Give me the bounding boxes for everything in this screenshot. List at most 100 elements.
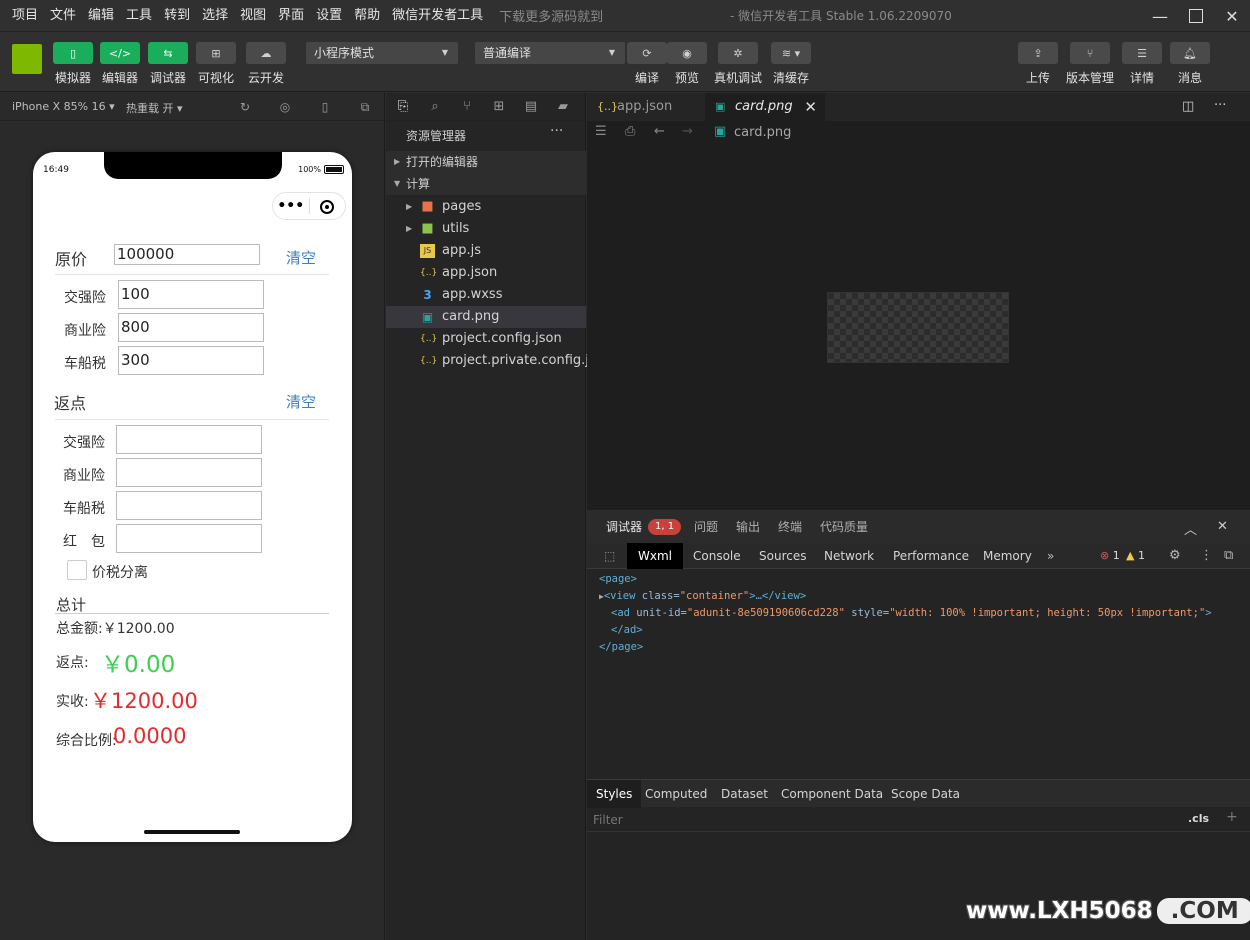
wxml-node-ad[interactable]: <ad unit-id="adunit-8e509190606cd228" st… xyxy=(599,605,1212,622)
vehicle-tax-input[interactable]: 300 xyxy=(118,346,264,375)
menu-lines-icon[interactable]: ☰ xyxy=(1122,42,1162,64)
wxml-node-page-open[interactable]: <page> xyxy=(599,571,1212,588)
mode-select[interactable]: 小程序模式 ▼ xyxy=(306,42,458,64)
menu-item-goto[interactable]: 转到 xyxy=(158,0,196,32)
more-icon[interactable]: ··· xyxy=(1214,98,1226,113)
price-input[interactable]: 100000 xyxy=(114,244,260,265)
list-icon[interactable]: ☰ xyxy=(595,124,607,139)
bookmark-icon[interactable]: ⎙ xyxy=(625,124,635,139)
more-icon[interactable]: ··· xyxy=(550,123,563,139)
source-control-icon[interactable]: ⑂ xyxy=(458,99,476,115)
menu-item-interface[interactable]: 界面 xyxy=(272,0,310,32)
chevron-up-icon[interactable]: ︿ xyxy=(1184,519,1197,538)
minimize-icon[interactable]: — xyxy=(1142,0,1178,32)
bug-icon[interactable]: ✲ xyxy=(718,42,758,64)
tab-styles[interactable]: Styles xyxy=(587,780,642,808)
menu-item-view[interactable]: 视图 xyxy=(234,0,272,32)
storage-icon[interactable]: ▤ xyxy=(522,99,540,115)
menu-item-edit[interactable]: 编辑 xyxy=(82,0,120,32)
wxml-node-ad-close[interactable]: </ad> xyxy=(599,622,1212,639)
tab-dataset[interactable]: Dataset xyxy=(712,780,777,808)
close-icon[interactable]: ✕ xyxy=(1214,0,1250,32)
styles-filter-input[interactable] xyxy=(587,808,1177,832)
compulsory-insurance-input[interactable]: 100 xyxy=(118,280,264,309)
compile-select[interactable]: 普通编译 ▼ xyxy=(475,42,625,64)
tax-separation-checkbox[interactable] xyxy=(67,560,87,580)
rebate-commercial-input[interactable] xyxy=(116,458,262,487)
wxml-node-page-close[interactable]: </page> xyxy=(599,639,1212,656)
tab-app-json[interactable]: {..} app.json xyxy=(587,93,704,121)
tree-item-card-png[interactable]: ▣ card.png xyxy=(386,306,586,328)
tree-item-pages[interactable]: ▶ ■ pages xyxy=(386,196,586,218)
open-editors-section[interactable]: ▶ 打开的编辑器 xyxy=(386,151,586,173)
tree-item-utils[interactable]: ▶ ■ utils xyxy=(386,218,586,240)
simulator-icon[interactable]: ▯ xyxy=(53,42,93,64)
phone-icon[interactable]: ▯ xyxy=(317,99,333,115)
cloud-icon[interactable]: ☁ xyxy=(246,42,286,64)
tree-item-project-private-config[interactable]: {..} project.private.config.js... xyxy=(386,350,608,372)
dock-icon[interactable]: ⧉ xyxy=(1224,543,1233,569)
close-target-icon[interactable] xyxy=(309,197,345,216)
refresh-icon[interactable]: ⟳ xyxy=(627,42,667,64)
add-style-icon[interactable]: + xyxy=(1226,809,1238,825)
menu-item-select[interactable]: 选择 xyxy=(196,0,234,32)
debugger-icon[interactable]: ⇆ xyxy=(148,42,188,64)
rebate-compulsory-input[interactable] xyxy=(116,425,262,454)
close-icon[interactable]: ✕ xyxy=(804,93,817,121)
upload-icon[interactable]: ⇪ xyxy=(1018,42,1058,64)
rotate-icon[interactable]: ↻ xyxy=(237,99,253,115)
menu-item-settings[interactable]: 设置 xyxy=(310,0,348,32)
tab-computed[interactable]: Computed xyxy=(636,780,716,808)
extensions-icon[interactable]: ⊞ xyxy=(490,99,508,115)
search-icon[interactable]: ⌕ xyxy=(426,99,444,115)
clear-rebate-button[interactable]: 清空 xyxy=(286,391,316,412)
branch-icon[interactable]: ⑂ xyxy=(1070,42,1110,64)
wxml-node-view[interactable]: ▶<view class="container">…</view> xyxy=(599,588,1212,605)
more-tabs-icon[interactable]: » xyxy=(1036,543,1065,569)
tab-scope-data[interactable]: Scope Data xyxy=(882,780,969,808)
tab-issues[interactable]: 问题 xyxy=(694,511,718,543)
gear-icon[interactable]: ⚙ xyxy=(1169,543,1181,569)
tab-performance[interactable]: Performance xyxy=(882,543,980,569)
eye-icon[interactable]: ◉ xyxy=(667,42,707,64)
tab-wxml[interactable]: Wxml xyxy=(627,543,683,569)
menu-item-tools[interactable]: 工具 xyxy=(120,0,158,32)
visual-icon[interactable]: ⊞ xyxy=(196,42,236,64)
tab-network[interactable]: Network xyxy=(813,543,885,569)
red-packet-input[interactable] xyxy=(116,524,262,553)
tab-console[interactable]: Console xyxy=(682,543,752,569)
tab-debugger[interactable]: 调试器 xyxy=(606,511,643,545)
tab-component-data[interactable]: Component Data xyxy=(772,780,892,808)
menu-item-file[interactable]: 文件 xyxy=(44,0,82,32)
project-avatar[interactable] xyxy=(12,44,42,74)
menu-item-project[interactable]: 项目 xyxy=(0,0,44,32)
breadcrumb-file[interactable]: card.png xyxy=(734,125,791,140)
files-icon[interactable]: ⎘ xyxy=(394,99,412,115)
tree-item-project-config[interactable]: {..} project.config.json xyxy=(386,328,586,350)
kebab-icon[interactable]: ⋮ xyxy=(1200,543,1213,569)
close-icon[interactable]: ✕ xyxy=(1217,519,1228,534)
split-editor-icon[interactable]: ◫ xyxy=(1182,99,1194,114)
editor-icon[interactable]: </> xyxy=(100,42,140,64)
tab-quality[interactable]: 代码质量 xyxy=(820,511,868,543)
tree-item-app-wxss[interactable]: 3 app.wxss xyxy=(386,284,586,306)
popout-icon[interactable]: ⧉ xyxy=(357,99,373,115)
cls-toggle[interactable]: .cls xyxy=(1188,812,1209,825)
more-icon[interactable]: ••• xyxy=(273,198,309,214)
tab-output[interactable]: 输出 xyxy=(736,511,760,543)
tab-terminal[interactable]: 终端 xyxy=(778,511,802,543)
menu-item-wechat-devtools[interactable]: 微信开发者工具 xyxy=(386,0,489,32)
arrow-right-icon[interactable]: → xyxy=(682,124,693,139)
tab-memory[interactable]: Memory xyxy=(972,543,1043,569)
device-select[interactable]: iPhone X 85% 16 ▾ xyxy=(12,100,115,113)
tab-sources[interactable]: Sources xyxy=(748,543,817,569)
project-section[interactable]: ▼ 计算 xyxy=(386,173,586,195)
docker-icon[interactable]: ▰ xyxy=(554,99,572,115)
clear-price-button[interactable]: 清空 xyxy=(286,247,316,268)
layers-icon[interactable]: ≋ ▾ xyxy=(771,42,811,64)
commercial-insurance-input[interactable]: 800 xyxy=(118,313,264,342)
rebate-vehicle-tax-input[interactable] xyxy=(116,491,262,520)
menu-item-help[interactable]: 帮助 xyxy=(348,0,386,32)
bell-icon[interactable]: 🔔︎ xyxy=(1170,42,1210,64)
maximize-icon[interactable] xyxy=(1178,0,1214,32)
